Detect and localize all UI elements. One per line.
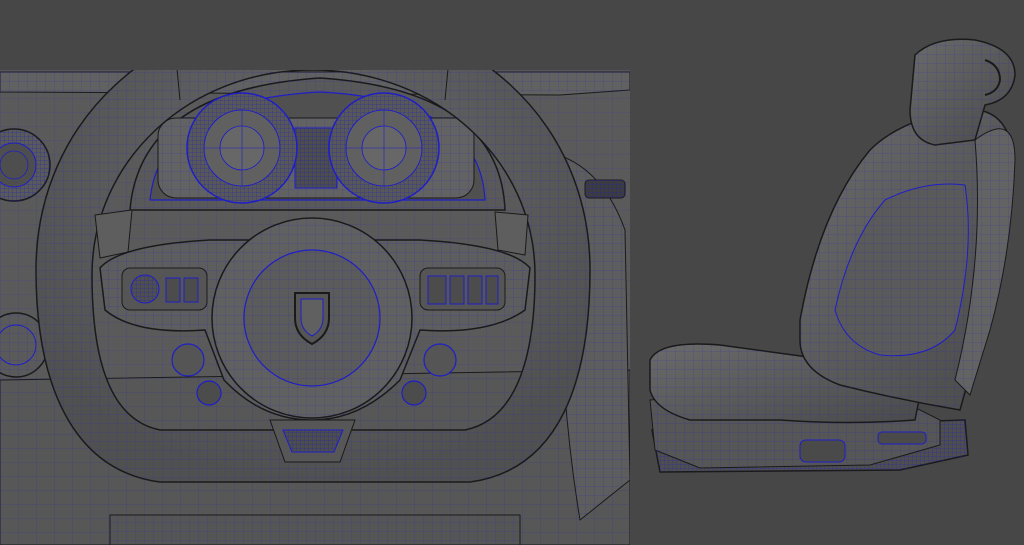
lower-left-button (171, 343, 205, 377)
seat-adjust-lever (799, 439, 846, 463)
wireframe-render (0, 38, 1016, 545)
right-gauge (328, 92, 440, 204)
left-gauge (186, 92, 298, 204)
lower-right-button (423, 343, 457, 377)
right-spoke-buttons (419, 267, 506, 311)
car-seat-model (649, 38, 1016, 473)
left-spoke-buttons (121, 267, 208, 311)
dashboard-model (0, 70, 630, 545)
modeling-viewport[interactable] (0, 0, 1024, 545)
airbag-hub (211, 217, 413, 419)
